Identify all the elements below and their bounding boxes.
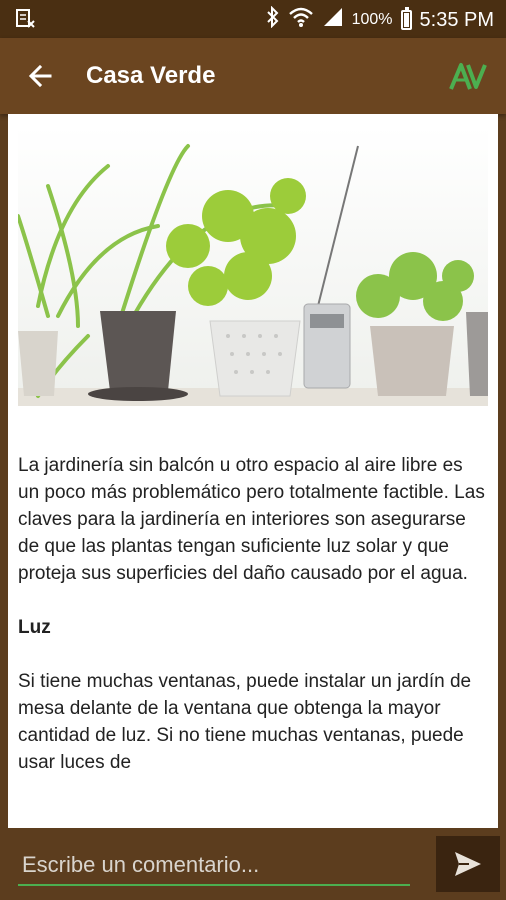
send-button[interactable] — [436, 836, 500, 892]
signal-icon — [322, 6, 344, 34]
article-hero-image — [18, 126, 488, 406]
brand-logo-icon[interactable] — [448, 60, 488, 92]
status-bar: 100% 5:35 PM — [0, 0, 506, 38]
notification-download-icon — [14, 8, 36, 35]
battery-icon — [400, 7, 412, 30]
back-button[interactable] — [22, 58, 58, 94]
comment-input[interactable] — [18, 846, 410, 886]
article-paragraph: Si tiene muchas ventanas, puede instalar… — [18, 671, 472, 773]
send-icon — [455, 852, 481, 876]
bluetooth-icon — [266, 5, 280, 34]
wifi-icon — [288, 6, 314, 34]
page-title: Casa Verde — [86, 62, 216, 89]
section-heading: Luz — [18, 617, 51, 638]
article-content: La jardinería sin balcón u otro espacio … — [8, 114, 498, 828]
battery-percent: 100% — [351, 11, 393, 28]
article-body: La jardinería sin balcón u otro espacio … — [18, 452, 488, 803]
comment-bar — [0, 828, 506, 900]
arrow-back-icon — [28, 64, 52, 88]
article-paragraph: La jardinería sin balcón u otro espacio … — [18, 455, 485, 584]
status-time: 5:35 PM — [419, 8, 494, 31]
app-bar: Casa Verde — [0, 38, 506, 114]
